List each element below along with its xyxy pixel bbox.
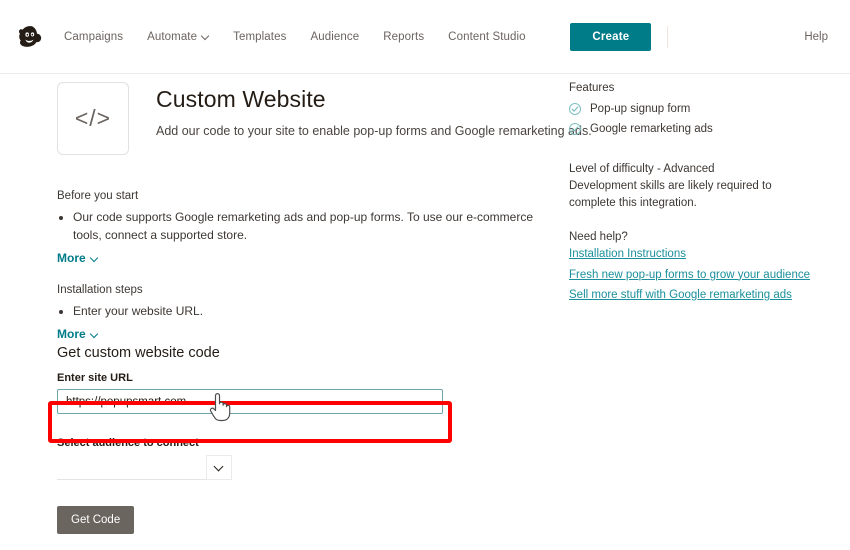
feature-item: Google remarketing ads: [569, 123, 819, 135]
nav-item-label: Automate: [147, 30, 198, 43]
page-header: </> Custom Website Add our code to your …: [57, 82, 592, 155]
page-root: Campaigns Automate Templates Audience Re…: [0, 0, 850, 550]
nav-item-content-studio[interactable]: Content Studio: [448, 31, 525, 43]
page-subtitle: Add our code to your site to enable pop-…: [156, 123, 592, 138]
before-you-start-list: Our code supports Google remarketing ads…: [57, 208, 557, 244]
audience-field-group: Select audience to connect: [57, 437, 507, 480]
difficulty-body: Development skills are likely required t…: [569, 180, 772, 209]
installation-steps-list: Enter your website URL.: [57, 302, 557, 320]
top-navigation-bar: Campaigns Automate Templates Audience Re…: [0, 0, 850, 74]
nav-divider: [667, 25, 669, 48]
create-button[interactable]: Create: [570, 22, 652, 51]
nav-right-group: Create Help: [570, 22, 850, 51]
audience-select-toggle[interactable]: [206, 455, 232, 480]
nav-item-reports[interactable]: Reports: [383, 31, 424, 43]
list-item: Our code supports Google remarketing ads…: [73, 208, 557, 244]
feature-label: Pop-up signup form: [590, 103, 691, 115]
installation-steps-title: Installation steps: [57, 284, 143, 296]
help-links: Installation Instructions Fresh new pop-…: [569, 246, 819, 304]
chevron-down-icon: [215, 464, 223, 472]
list-item: Enter your website URL.: [73, 302, 557, 320]
more-label: More: [57, 327, 86, 341]
check-circle-icon: [569, 103, 581, 115]
feature-label: Google remarketing ads: [590, 123, 713, 135]
features-title: Features: [569, 82, 615, 94]
get-code-button[interactable]: Get Code: [57, 506, 135, 534]
nav-items: Campaigns Automate Templates Audience Re…: [64, 31, 526, 43]
difficulty-title: Level of difficulty - Advanced: [569, 163, 715, 175]
site-url-input[interactable]: [57, 389, 443, 414]
need-help-title: Need help?: [569, 231, 628, 244]
installation-steps-more-link[interactable]: More: [57, 327, 98, 341]
before-you-start-more-link[interactable]: More: [57, 251, 98, 265]
nav-item-automate[interactable]: Automate: [147, 31, 209, 43]
help-link[interactable]: Help: [804, 31, 828, 43]
chevron-down-icon: [202, 33, 209, 40]
url-field-group: Enter site URL: [48, 372, 507, 443]
help-link-google-remarketing[interactable]: Sell more stuff with Google remarketing …: [569, 287, 819, 304]
help-link-installation-instructions[interactable]: Installation Instructions: [569, 246, 819, 263]
before-you-start-title: Before you start: [57, 190, 139, 202]
code-icon: </>: [57, 82, 129, 155]
mailchimp-logo[interactable]: [4, 22, 56, 52]
nav-item-label: Reports: [383, 30, 425, 43]
url-field-label: Enter site URL: [57, 372, 133, 384]
get-code-form: Get custom website code Enter site URL S…: [48, 345, 507, 534]
nav-item-label: Templates: [233, 30, 287, 43]
right-sidebar: Features Pop-up signup form Google remar…: [569, 82, 819, 307]
audience-field-label: Select audience to connect: [57, 437, 199, 449]
left-column: Before you start Our code supports Googl…: [57, 190, 557, 343]
help-link-popup-forms[interactable]: Fresh new pop-up forms to grow your audi…: [569, 267, 819, 284]
nav-item-templates[interactable]: Templates: [233, 31, 286, 43]
audience-select[interactable]: [57, 455, 232, 480]
page-header-text: Custom Website Add our code to your site…: [156, 82, 592, 139]
nav-item-label: Audience: [310, 30, 360, 43]
more-label: More: [57, 251, 86, 265]
nav-item-label: Campaigns: [64, 30, 124, 43]
nav-item-audience[interactable]: Audience: [310, 31, 359, 43]
check-circle-icon: [569, 123, 581, 135]
page-title: Custom Website: [156, 86, 326, 112]
nav-item-label: Content Studio: [448, 30, 526, 43]
nav-item-campaigns[interactable]: Campaigns: [64, 31, 123, 43]
chevron-down-icon: [91, 331, 98, 338]
installation-steps-section: Installation steps Enter your website UR…: [57, 284, 557, 343]
code-icon-glyph: </>: [74, 105, 112, 131]
before-you-start-section: Before you start Our code supports Googl…: [57, 190, 557, 267]
form-title: Get custom website code: [57, 345, 220, 361]
feature-item: Pop-up signup form: [569, 103, 819, 115]
audience-select-value: [57, 455, 206, 480]
chevron-down-icon: [91, 255, 98, 262]
